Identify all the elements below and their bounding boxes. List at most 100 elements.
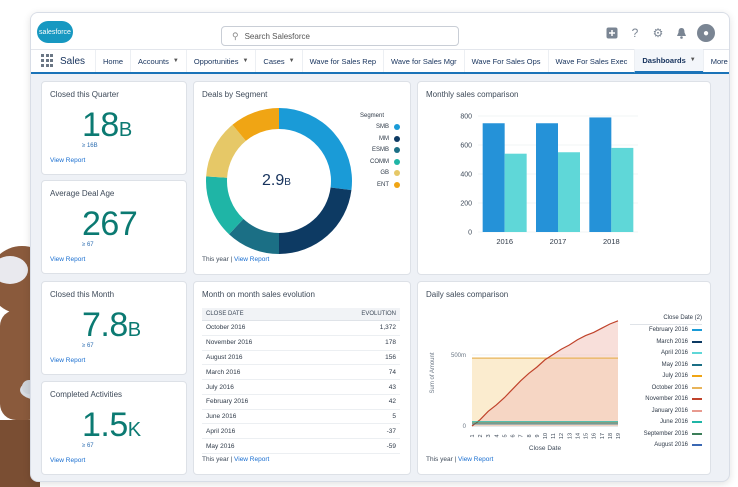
search-icon: ⚲ [232,30,239,41]
table-row: November 2016 178 [202,335,400,351]
evolution-table: CLOSE DATE EVOLUTION October 2016 1,372 No… [202,308,400,455]
legend-item[interactable]: September 2016 [630,428,702,440]
legend-swatch [692,340,702,343]
legend-label: September 2016 [643,430,688,437]
legend-item[interactable]: GB [344,168,400,180]
search-input[interactable]: ⚲ Search Salesforce [221,26,459,46]
chevron-down-icon[interactable]: ▼ [690,57,696,63]
tab-more[interactable]: More▼ [702,50,729,72]
avatar[interactable]: ● [697,24,715,42]
kpi-card-closed-month: Closed this Month 7.8B ≥ 67 View Report [41,281,187,375]
legend-item[interactable]: SMB [344,122,400,134]
legend-item[interactable]: May 2016 [630,359,702,371]
cell-evolution: 42 [312,394,400,410]
legend-item[interactable]: April 2016 [630,348,702,360]
gear-icon[interactable]: ⚙ [651,26,665,40]
bar[interactable] [536,123,558,232]
legend-label: GB [380,170,389,177]
cell-close-date: July 2016 [202,379,313,395]
chevron-down-icon[interactable]: ▼ [289,58,295,64]
x-tick-label: 11 [551,433,557,439]
legend-label: June 2016 [659,419,688,426]
cell-close-date: May 2016 [202,438,313,455]
legend-item[interactable]: October 2016 [630,382,702,394]
help-icon[interactable]: ? [628,26,642,40]
tab-cases[interactable]: Cases ▼ [255,50,301,72]
legend-label: ESMB [371,147,389,154]
cell-close-date: February 2016 [202,394,313,410]
add-icon[interactable] [605,26,619,40]
x-tick-label: 13 [567,433,573,439]
chevron-down-icon[interactable]: ▼ [242,58,248,64]
view-report-link[interactable]: View Report [50,357,85,364]
y-tick-label: 400 [460,172,472,179]
legend-label: MM [379,135,389,142]
table-row: May 2016 -59 [202,438,400,455]
cell-close-date: November 2016 [202,335,313,351]
bar[interactable] [558,152,580,232]
view-report-link[interactable]: View Report [50,256,85,263]
y-axis-label: Sum of Amount [430,352,436,393]
table-row: April 2016 -37 [202,423,400,440]
view-report-link[interactable]: View Report [50,157,85,164]
tab-accounts[interactable]: Accounts ▼ [130,50,186,72]
legend-item[interactable]: ENT [344,179,400,191]
kpi-target: ≥ 67 [82,242,94,248]
app-navigation: Sales Home Accounts ▼ Opportunities ▼ Case… [31,49,729,74]
legend-item[interactable]: ESMB [344,145,400,157]
x-tick-label: 9 [535,434,541,437]
view-report-link[interactable]: View Report [234,456,269,463]
salesforce-logo[interactable]: salesforce [37,21,73,43]
card-footer: This year | View Report [426,456,493,463]
app-launcher-icon[interactable] [41,54,53,68]
column-header[interactable]: CLOSE DATE [202,308,313,321]
column-header[interactable]: EVOLUTION [312,308,400,321]
line-chart: Sum of Amount 500m01 2 3 4 5 6 7 8 9 10 11 12 13 14 15 1… [430,320,622,452]
tab-wave-sales-ops[interactable]: Wave For Sales Ops [463,50,548,72]
footer-text: This year | [426,456,459,463]
bar[interactable] [611,147,634,232]
legend-item[interactable]: January 2016 [630,405,702,417]
legend-item[interactable]: November 2016 [630,394,702,406]
tab-wave-sales-rep[interactable]: Wave for Sales Rep [301,50,383,72]
bar[interactable] [504,153,527,232]
x-tick-label: 18 [608,433,614,439]
legend-item[interactable]: June 2016 [630,417,702,429]
bar[interactable] [589,117,612,232]
chevron-down-icon[interactable]: ▼ [173,58,179,64]
view-report-link[interactable]: View Report [50,457,85,464]
legend-item[interactable]: MM [344,133,400,145]
x-tick-label: 16 [592,433,598,439]
bell-icon[interactable] [674,26,688,40]
legend-item[interactable]: July 2016 [630,371,702,383]
legend-label: SMB [375,124,389,131]
global-header: salesforce ⚲ Search Salesforce ? ⚙ ● [31,13,729,50]
app-window: salesforce ⚲ Search Salesforce ? ⚙ ● Sal… [30,12,730,482]
tab-home[interactable]: Home [95,50,130,72]
legend-label: February 2016 [648,327,688,334]
x-tick-label: 2018 [603,237,620,246]
view-report-link[interactable]: View Report [458,456,493,463]
tab-opportunities[interactable]: Opportunities ▼ [185,50,256,72]
legend-swatch [692,352,702,355]
table-row: February 2016 42 [202,394,400,410]
legend-item[interactable]: August 2016 [630,440,702,452]
tab-wave-sales-mgr[interactable]: Wave for Sales Mgr [383,50,464,72]
card-title: Daily sales comparison [426,290,509,299]
table-row: March 2016 74 [202,364,400,381]
bar[interactable] [482,123,505,232]
sales-evolution-card: Month on month sales evolution CLOSE DAT… [193,281,411,475]
footer-text: This year | [202,256,235,263]
legend-item[interactable]: COMM [344,156,400,168]
view-report-link[interactable]: View Report [234,256,269,263]
tab-wave-sales-exec[interactable]: Wave For Sales Exec [547,50,635,72]
donut-center-value: 2.9B [262,172,291,189]
legend-label: May 2016 [661,361,688,368]
legend-item[interactable]: February 2016 [630,325,702,337]
tab-label: Cases [263,56,285,66]
legend-label: January 2016 [651,407,688,414]
legend-item[interactable]: March 2016 [630,336,702,348]
card-title: Closed this Quarter [50,90,119,99]
donut-slice-mm[interactable] [279,187,352,254]
tab-dashboards[interactable]: Dashboards ▼ [634,49,703,73]
